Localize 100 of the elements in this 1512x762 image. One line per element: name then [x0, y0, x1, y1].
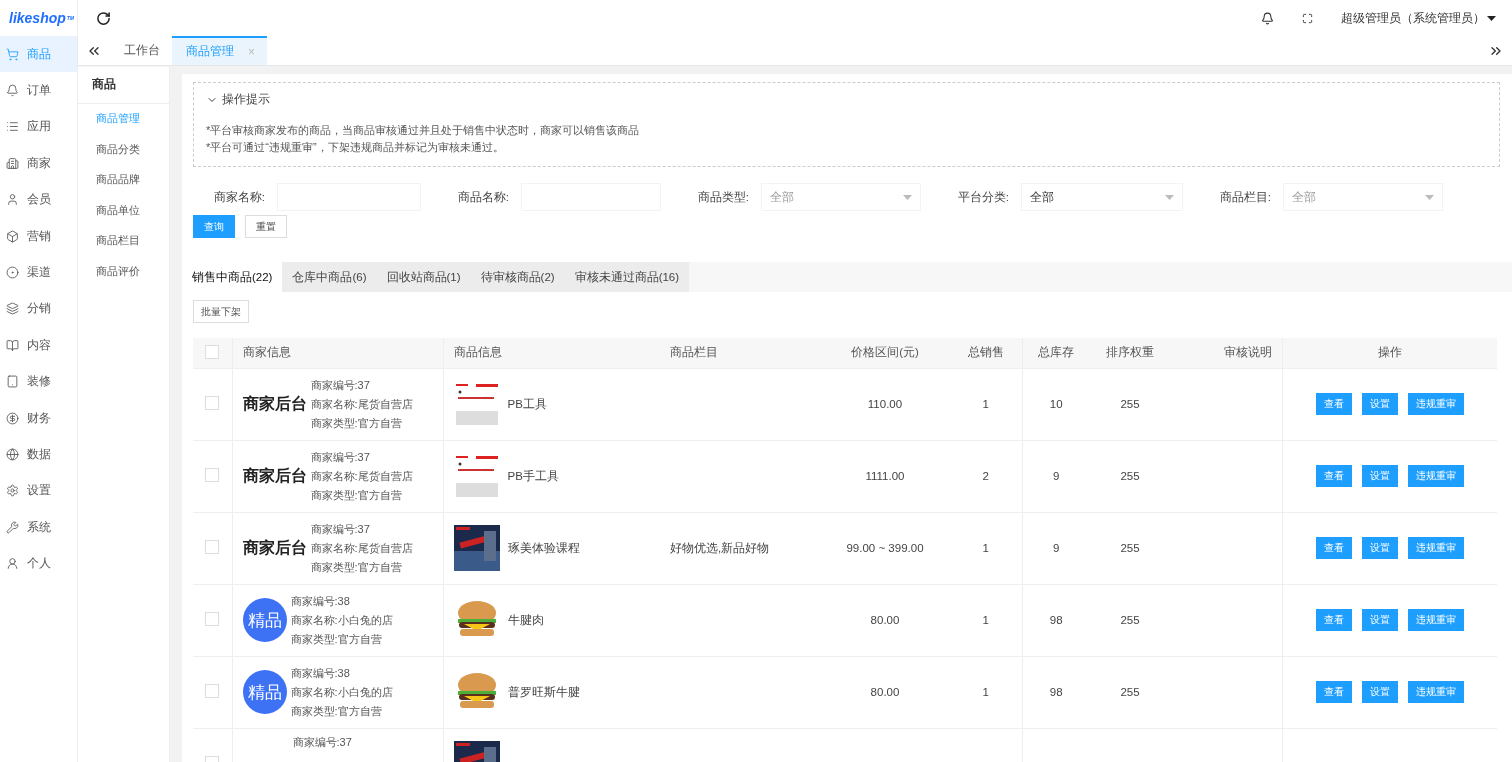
- user-icon: [6, 193, 19, 207]
- merchant-info: 商家名称:小白兔的店: [290, 612, 393, 628]
- nav-item[interactable]: 系统: [0, 509, 77, 546]
- store-logo: 商家后台: [242, 466, 307, 486]
- column-header: 商品信息: [443, 338, 660, 368]
- filter-label: 商品名称:: [456, 189, 510, 205]
- nav-item[interactable]: 分销: [0, 290, 77, 328]
- nav-item[interactable]: 商家: [0, 145, 77, 182]
- dropdown-icon: [903, 194, 912, 200]
- table-cell: 255: [1120, 398, 1140, 410]
- refresh-icon[interactable]: [96, 10, 111, 26]
- nav-item[interactable]: 营销: [0, 217, 77, 255]
- column-header: 商品栏目: [660, 338, 820, 368]
- batch-button[interactable]: 批量下架: [193, 300, 249, 323]
- user-menu[interactable]: 超级管理员（系统管理员）: [1341, 9, 1496, 27]
- submenu-title: 商品: [78, 66, 169, 104]
- hint-text: *平台审核商家发布的商品，当商品审核通过并且处于销售中状态时，商家可以销售该商品: [206, 123, 641, 138]
- reset-button[interactable]: 重置: [245, 215, 287, 238]
- cart-icon: [6, 47, 19, 61]
- checkbox[interactable]: [205, 468, 220, 482]
- status-tab[interactable]: 待审核商品(2): [470, 262, 565, 292]
- table-cell: 99.00 ~ 399.00: [846, 542, 924, 554]
- status-tab[interactable]: 销售中商品(22): [182, 262, 283, 292]
- table-cell: 98: [1049, 686, 1063, 698]
- select-field[interactable]: 全部: [1021, 183, 1183, 211]
- product-name: 普罗旺斯牛腱: [507, 684, 580, 700]
- page-tab[interactable]: 工作台: [110, 36, 172, 65]
- nav-item[interactable]: 财务: [0, 399, 77, 437]
- submenu-item[interactable]: 商品栏目: [78, 226, 169, 257]
- nav-item[interactable]: 渠道: [0, 254, 77, 291]
- submenu-item[interactable]: 商品单位: [78, 195, 169, 226]
- table-cell: 255: [1120, 542, 1140, 554]
- table-cell: 好物优选,新品好物: [670, 541, 770, 554]
- table-cell: 2: [982, 470, 989, 482]
- checkbox[interactable]: [205, 612, 220, 626]
- nav-item[interactable]: 个人: [0, 545, 77, 582]
- tablet-icon: [6, 375, 19, 389]
- table-cell: 255: [1120, 470, 1140, 482]
- submenu-item[interactable]: 商品品牌: [78, 165, 169, 196]
- bell-icon: [6, 84, 19, 98]
- merchant-info: 商家类型:官方自营: [290, 703, 383, 719]
- table-cell: 9: [1053, 542, 1060, 554]
- checkbox[interactable]: [205, 396, 220, 410]
- list-icon: [6, 120, 19, 134]
- table-cell: 255: [1120, 614, 1140, 626]
- status-tab[interactable]: 回收站商品(1): [376, 262, 471, 292]
- settings-icon: [6, 484, 19, 498]
- table-cell: 1: [982, 686, 989, 698]
- column-header: 操作: [1282, 338, 1497, 368]
- merchant-info: 商家编号:37: [292, 734, 352, 750]
- store-logo: 精品: [242, 598, 287, 642]
- submenu-item[interactable]: 商品评价: [78, 256, 169, 287]
- merchant-info: 商家名称:小白兔的店: [290, 684, 393, 700]
- nav-item[interactable]: 装修: [0, 363, 77, 400]
- table-cell: 1: [982, 542, 989, 554]
- merchant-info: 商家类型:官方自营: [310, 487, 403, 503]
- column-header: 商家信息: [232, 338, 443, 368]
- circle-icon: [6, 266, 19, 280]
- merchant-info: 商家名称:尾货自营店: [310, 468, 413, 484]
- table-cell: 9: [1053, 470, 1060, 482]
- table-cell: 1: [982, 614, 989, 626]
- nav-item[interactable]: 会员: [0, 181, 77, 218]
- merchant-info: 商家名称:尾货自营店: [310, 540, 413, 556]
- product-name: PB手工具: [507, 468, 559, 484]
- filter-label: 商品类型:: [696, 189, 750, 205]
- book-icon: [6, 338, 19, 352]
- merchant-info: 商家类型:官方自营: [290, 631, 383, 647]
- dropdown-icon: [1425, 194, 1434, 200]
- logo: likeshop: [9, 10, 66, 26]
- nav-item[interactable]: 内容: [0, 327, 77, 364]
- product-name: 牛腱肉: [507, 612, 544, 628]
- checkbox[interactable]: [205, 684, 220, 698]
- merchant-info: 商家类型:官方自营: [310, 559, 403, 575]
- status-tab[interactable]: 仓库中商品(6): [282, 262, 377, 292]
- caret-icon: [1487, 15, 1496, 21]
- merchant-info: 商家类型:官方自营: [310, 415, 403, 431]
- store-logo: 精品: [242, 670, 287, 714]
- product-name: PB工具: [507, 396, 547, 412]
- nav-item[interactable]: 应用: [0, 108, 77, 146]
- table-cell: 255: [1120, 686, 1140, 698]
- layers-icon: [6, 302, 19, 316]
- submenu-item[interactable]: 商品分类: [78, 134, 169, 165]
- bell-icon[interactable]: [1261, 11, 1274, 25]
- hint-text: *平台可通过“违规重审”，下架违规商品并标记为审核未通过。: [206, 140, 505, 155]
- wrench-icon: [6, 520, 19, 534]
- table-cell: 80.00: [870, 614, 900, 626]
- nav-item[interactable]: 数据: [0, 436, 77, 473]
- table-cell: 1111.00: [865, 470, 905, 482]
- hint-title[interactable]: 操作提示: [222, 91, 270, 108]
- nav-item[interactable]: 订单: [0, 72, 77, 109]
- status-tab[interactable]: 审核未通过商品(16): [564, 262, 690, 292]
- table-cell: 1: [982, 398, 989, 410]
- merchant-info: 商家编号:38: [290, 665, 351, 681]
- merchant-info: 商家编号:37: [310, 521, 371, 537]
- nav-item[interactable]: 设置: [0, 472, 77, 510]
- table-cell: 110.00: [867, 398, 903, 410]
- filter-label: 商品栏目:: [1218, 189, 1272, 205]
- checkbox[interactable]: [205, 540, 220, 554]
- fullscreen-icon[interactable]: [1302, 12, 1313, 24]
- checkbox[interactable]: [205, 344, 220, 359]
